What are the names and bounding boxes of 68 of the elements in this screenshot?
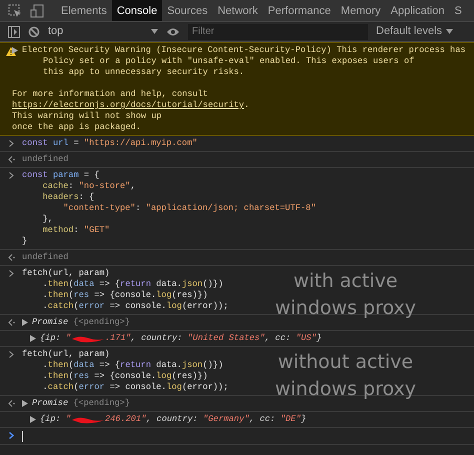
dropdown-caret-icon [446,29,454,34]
expand-triangle-icon[interactable] [12,47,18,54]
warning-line: This warning will not show up [12,111,163,122]
redaction-scribble [70,334,105,342]
warning-line: For more information and help, consult [12,89,209,100]
code-line: .then(data => {return data.json()}) [42,360,224,371]
code-line: .then(data => {return data.json()}) [42,279,224,290]
dropdown-caret-icon [151,29,158,34]
tab[interactable]: Network [212,0,263,21]
overlay-caption: windows proxy [274,296,416,321]
warning-line: this app to unnecessary security risks. [42,67,246,78]
tab[interactable]: Sources [162,0,213,21]
expand-triangle-icon[interactable] [22,400,28,407]
console-output: undefined [22,154,68,165]
input-chevron-icon [8,140,14,147]
console-output: Promise {<pending>} [32,398,130,409]
code-line: fetch(url, param) [22,268,111,279]
overlay-caption: windows proxy [274,377,416,402]
console-output: {ip: " 246.201", country: "Germany", cc: "DE"} [40,414,306,425]
input-chevron-icon [8,270,14,277]
code-line: "content-type": "application/json; charset=UTF-8" [62,203,316,214]
input-chevron-icon [8,172,14,179]
warning-line: https://electronjs.org/docs/tutorial/security. [12,100,250,111]
code-line: const url = "https://api.myip.com" [22,138,198,149]
tab[interactable]: Application [386,0,450,21]
warning-line: Policy set or a policy with "unsafe-eval" enabled. This exposes users of [42,56,416,67]
sidebar-toggle-icon[interactable] [8,26,20,38]
expand-triangle-icon[interactable] [22,319,28,326]
code-line: .then(res => {console.log(res)}) [42,371,209,382]
tab[interactable]: Console [112,0,162,21]
inspect-icon[interactable] [8,4,22,18]
expand-triangle-icon[interactable] [30,335,36,342]
code-line: const param = { [22,170,100,181]
warning-line: Electron Security Warning (Insecure Content-Security-Policy) This renderer process has [22,45,466,56]
console-output: undefined [22,252,68,263]
device-icon[interactable] [30,4,44,18]
return-arrow-icon [8,400,14,407]
code-line: cache: "no-store", [42,181,136,192]
code-line: fetch(url, param) [22,349,111,360]
code-line: .then(res => {console.log(res)}) [42,290,209,301]
filter-field[interactable]: Filter [188,24,368,40]
code-line: .catch(error => console.log(error)); [42,301,228,312]
tab[interactable]: S [449,0,467,21]
return-arrow-icon [8,254,14,261]
code-line: } [22,236,28,247]
console-output: Promise {<pending>} [32,317,130,328]
prompt-chevron-icon [8,432,14,439]
code-line: headers: { [42,192,96,203]
overlay-caption: without active [276,350,414,375]
return-arrow-icon [8,156,14,163]
eye-icon[interactable] [166,26,180,36]
context-selector[interactable]: top [48,23,158,40]
warning-line: once the app is packaged. [12,122,142,133]
tab[interactable]: Elements [56,0,112,21]
console-output: {ip: " .171", country: "United States", cc: "US"} [40,333,322,344]
levels-dropdown[interactable]: Default levels [376,23,454,40]
redaction-scribble [70,416,105,424]
expand-triangle-icon[interactable] [30,416,36,423]
code-line: .catch(error => console.log(error)); [42,382,228,393]
code-line: }, [42,214,54,225]
overlay-caption: with active [292,269,399,294]
text-cursor [22,431,23,442]
input-chevron-icon [8,351,14,358]
tab[interactable]: Performance [262,0,336,21]
tab[interactable]: Memory [336,0,386,21]
code-line: method: "GET" [42,225,111,236]
return-arrow-icon [8,319,14,326]
clear-icon[interactable] [28,26,40,38]
